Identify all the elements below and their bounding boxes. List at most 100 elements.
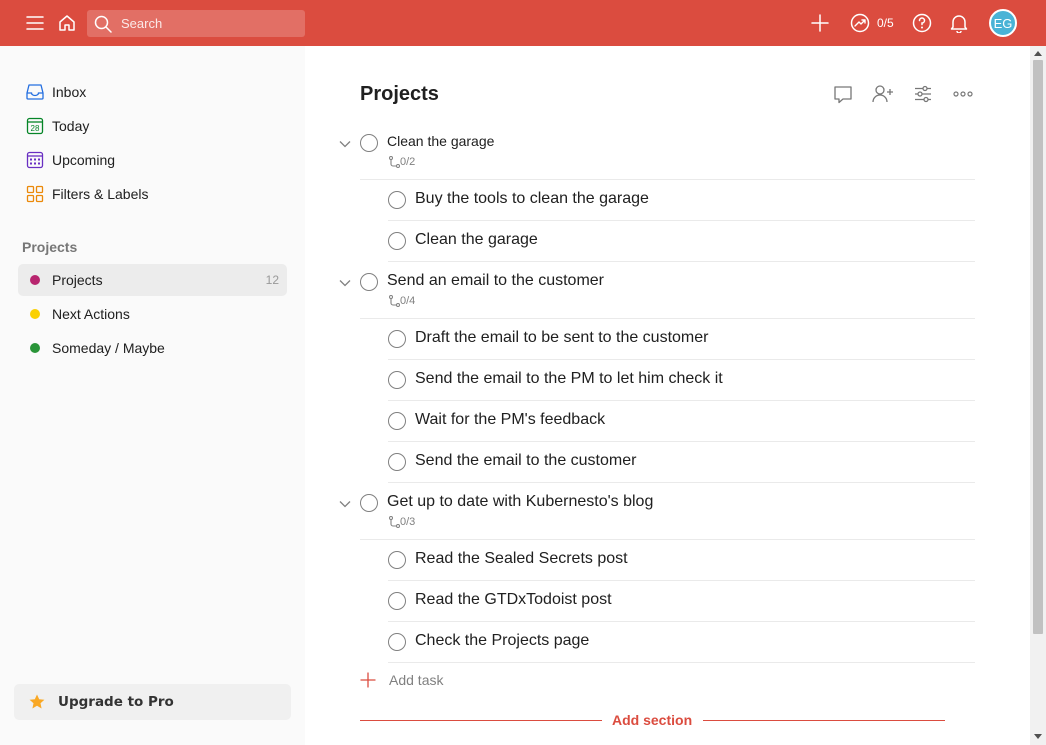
projects-heading[interactable]: Projects xyxy=(22,239,77,255)
scrollbar[interactable] xyxy=(1030,46,1046,745)
divider xyxy=(388,482,975,483)
scroll-thumb[interactable] xyxy=(1033,60,1043,634)
task-checkbox[interactable] xyxy=(388,551,406,569)
subtask-title[interactable]: Clean the garage xyxy=(415,231,538,249)
sidebar-item-filters-labels[interactable]: Filters & Labels xyxy=(18,178,287,210)
collapse-chevron-icon[interactable] xyxy=(339,274,351,292)
sidebar-project-projects[interactable]: Projects 12 xyxy=(18,264,287,296)
subtask-count[interactable]: 0/3 xyxy=(388,516,415,528)
task-count: 12 xyxy=(265,273,279,287)
star-icon xyxy=(28,693,46,711)
task-checkbox[interactable] xyxy=(388,633,406,651)
task-title[interactable]: Get up to date with Kubernesto's blog xyxy=(387,493,653,511)
subtask-count-text: 0/3 xyxy=(400,516,416,528)
project-color-dot xyxy=(30,275,40,285)
project-color-dot xyxy=(30,309,40,319)
calendar-upcoming-icon xyxy=(18,151,52,169)
task-checkbox[interactable] xyxy=(388,371,406,389)
subtask-icon xyxy=(389,156,400,168)
upgrade-label: Upgrade to Pro xyxy=(58,694,174,710)
top-bar: 0/5 EG xyxy=(0,0,1046,46)
subtask-title[interactable]: Draft the email to be sent to the custom… xyxy=(415,329,708,347)
menu-icon[interactable] xyxy=(23,11,47,35)
collapse-chevron-icon[interactable] xyxy=(339,135,351,153)
task-checkbox[interactable] xyxy=(360,273,378,291)
add-task-plus-icon[interactable] xyxy=(808,11,832,35)
collapse-chevron-icon[interactable] xyxy=(339,495,351,513)
sidebar-item-label: Inbox xyxy=(52,84,87,100)
sidebar-project-someday-maybe[interactable]: Someday / Maybe xyxy=(18,332,287,364)
more-options-icon[interactable] xyxy=(952,83,974,105)
subtask-icon xyxy=(389,295,400,307)
page-title[interactable]: Projects xyxy=(360,83,439,106)
sidebar-item-label: Projects xyxy=(52,272,103,288)
task-checkbox[interactable] xyxy=(388,232,406,250)
divider xyxy=(360,720,602,721)
home-icon[interactable] xyxy=(55,11,79,35)
share-add-person-icon[interactable] xyxy=(872,83,894,105)
add-section-button[interactable]: Add section xyxy=(360,710,945,730)
task-checkbox[interactable] xyxy=(360,494,378,512)
search-box[interactable] xyxy=(87,10,305,37)
search-icon xyxy=(94,15,112,38)
task-title[interactable]: Send an email to the customer xyxy=(387,272,604,290)
subtask-title[interactable]: Read the GTDxTodoist post xyxy=(415,591,612,609)
task-checkbox[interactable] xyxy=(388,191,406,209)
subtask-title[interactable]: Send the email to the PM to let him chec… xyxy=(415,370,723,388)
sidebar-item-label: Next Actions xyxy=(52,306,130,322)
divider xyxy=(388,621,975,622)
subtask-count[interactable]: 0/4 xyxy=(388,295,415,307)
scroll-down-arrow-icon[interactable] xyxy=(1034,734,1042,739)
today-day-number: 28 xyxy=(31,124,40,133)
comments-icon[interactable] xyxy=(832,83,854,105)
sidebar-item-label: Today xyxy=(52,118,90,134)
subtask-title[interactable]: Read the Sealed Secrets post xyxy=(415,550,628,568)
task-title[interactable]: Clean the garage xyxy=(387,133,494,149)
view-options-sliders-icon[interactable] xyxy=(912,83,934,105)
sidebar-item-label: Upcoming xyxy=(52,152,116,168)
calendar-today-icon: 28 xyxy=(18,117,52,135)
add-task-button[interactable]: Add task xyxy=(360,668,443,692)
project-color-dot xyxy=(30,343,40,353)
subtask-count-text: 0/4 xyxy=(400,295,416,307)
avatar-initials: EG xyxy=(990,10,1016,36)
divider xyxy=(703,720,945,721)
subtask-title[interactable]: Check the Projects page xyxy=(415,632,589,650)
divider xyxy=(388,580,975,581)
subtask-title[interactable]: Send the email to the customer xyxy=(415,452,636,470)
task-checkbox[interactable] xyxy=(360,134,378,152)
sidebar-item-label: Someday / Maybe xyxy=(52,340,165,356)
help-icon[interactable] xyxy=(910,11,934,35)
task-checkbox[interactable] xyxy=(388,412,406,430)
subtask-count[interactable]: 0/2 xyxy=(388,156,415,168)
divider xyxy=(388,220,975,221)
scroll-up-arrow-icon[interactable] xyxy=(1034,51,1042,56)
filters-labels-icon xyxy=(18,185,52,203)
add-task-label: Add task xyxy=(389,672,444,688)
plus-icon xyxy=(360,672,376,688)
upgrade-to-pro-button[interactable]: Upgrade to Pro xyxy=(14,684,291,720)
subtask-title[interactable]: Buy the tools to clean the garage xyxy=(415,190,649,208)
divider xyxy=(388,359,975,360)
task-checkbox[interactable] xyxy=(388,330,406,348)
divider xyxy=(388,400,975,401)
add-section-label: Add section xyxy=(612,712,693,728)
search-input[interactable] xyxy=(121,10,299,37)
divider xyxy=(388,662,975,663)
sidebar-item-today[interactable]: 28 Today xyxy=(18,110,287,142)
task-checkbox[interactable] xyxy=(388,592,406,610)
notifications-bell-icon[interactable] xyxy=(947,11,971,35)
divider xyxy=(388,261,975,262)
avatar[interactable]: EG xyxy=(989,9,1017,37)
karma-count[interactable]: 0/5 xyxy=(877,16,894,30)
subtask-title[interactable]: Wait for the PM's feedback xyxy=(415,411,605,429)
sidebar-item-inbox[interactable]: Inbox xyxy=(18,76,287,108)
sidebar-item-upcoming[interactable]: Upcoming xyxy=(18,144,287,176)
subtask-icon xyxy=(389,516,400,528)
task-checkbox[interactable] xyxy=(388,453,406,471)
divider xyxy=(360,318,975,319)
karma-icon[interactable] xyxy=(848,11,872,35)
divider xyxy=(360,539,975,540)
sidebar-project-next-actions[interactable]: Next Actions xyxy=(18,298,287,330)
divider xyxy=(360,179,975,180)
